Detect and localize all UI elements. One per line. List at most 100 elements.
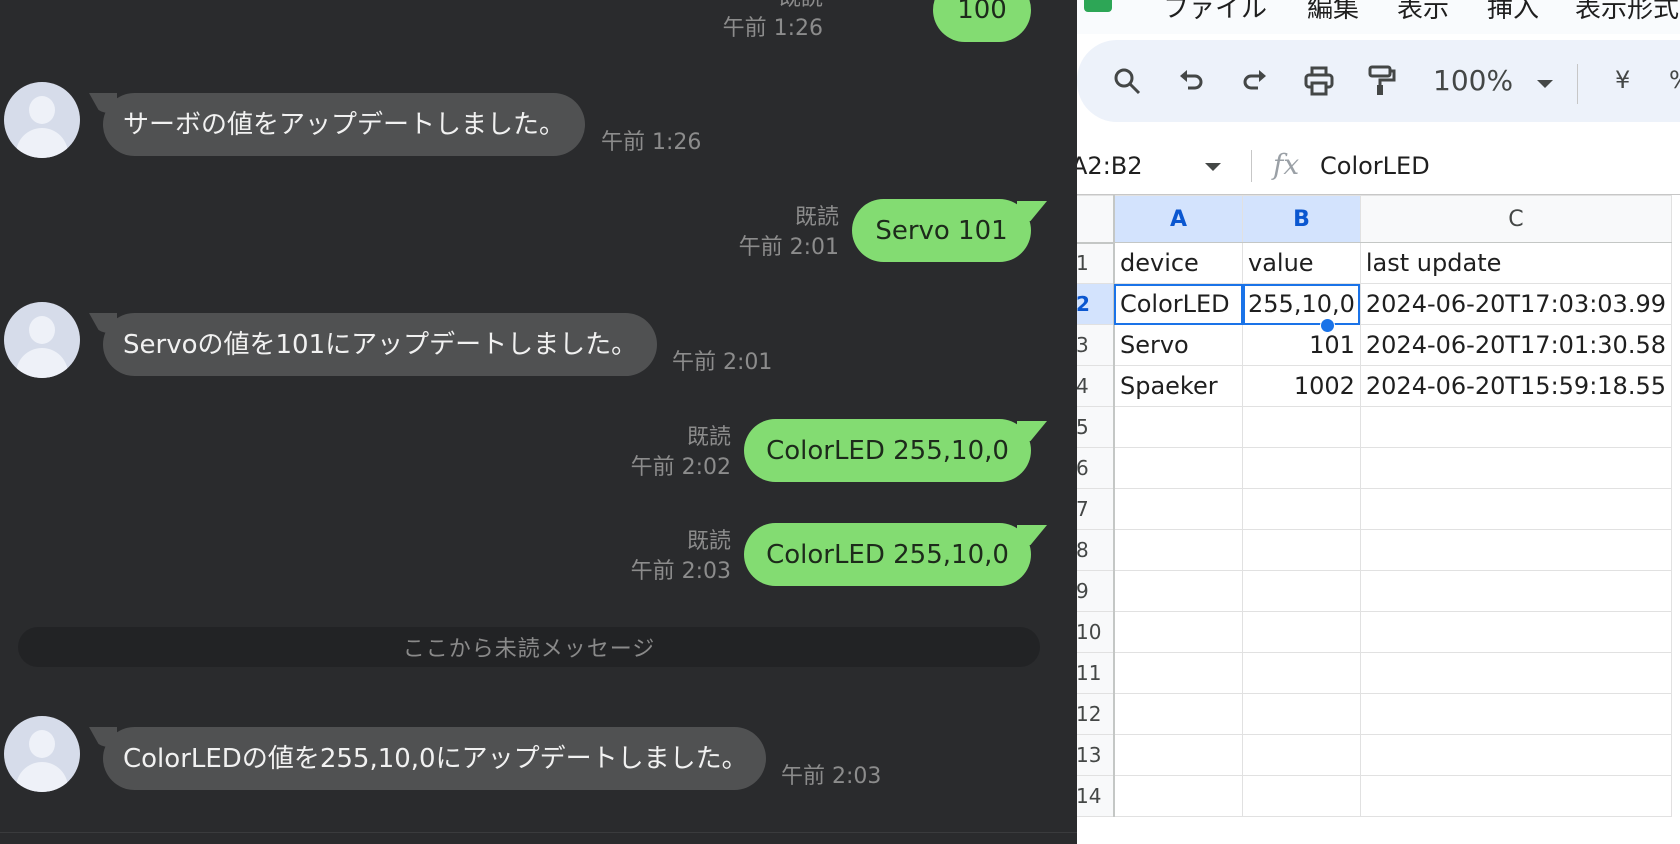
chevron-down-icon[interactable] (1205, 163, 1221, 171)
table-cell[interactable] (1113, 734, 1244, 776)
table-cell[interactable] (1359, 529, 1673, 571)
formula-input[interactable]: ColorLED (1320, 152, 1430, 180)
table-row: 11 (1077, 652, 1673, 694)
table-cell[interactable] (1113, 693, 1244, 735)
table-row: 4 Spaeker 1002 2024-06-20T15:59:18.55 (1077, 365, 1673, 407)
column-header-a[interactable]: A (1113, 195, 1244, 243)
table-cell[interactable] (1359, 447, 1673, 489)
menu-format[interactable]: 表示形式 (1575, 0, 1679, 25)
avatar[interactable] (4, 716, 80, 792)
table-cell[interactable] (1242, 447, 1361, 489)
row-header[interactable]: 7 (1077, 488, 1115, 530)
table-cell[interactable] (1242, 570, 1361, 612)
table-cell[interactable] (1359, 652, 1673, 694)
table-cell[interactable]: ColorLED (1113, 283, 1244, 325)
avatar[interactable] (4, 82, 80, 158)
sheets-logo-icon[interactable] (1084, 0, 1112, 12)
message-meta: 既読 午前 2:03 (631, 527, 731, 587)
row-header[interactable]: 14 (1077, 775, 1115, 817)
table-row: 9 (1077, 570, 1673, 612)
table-cell[interactable] (1113, 652, 1244, 694)
message-meta: 既読 午前 2:02 (631, 423, 731, 483)
table-cell[interactable]: 101 (1242, 324, 1361, 366)
outgoing-message-bubble[interactable]: 100 (933, 0, 1031, 42)
table-row: 14 (1077, 775, 1673, 817)
currency-format-button[interactable]: ¥ (1615, 66, 1630, 94)
table-cell[interactable] (1242, 529, 1361, 571)
row-header[interactable]: 4 (1077, 365, 1115, 407)
row-header[interactable]: 3 (1077, 324, 1115, 366)
row-header[interactable]: 9 (1077, 570, 1115, 612)
row-header[interactable]: 13 (1077, 734, 1115, 776)
table-cell[interactable]: device (1113, 242, 1244, 284)
table-row: 1 device value last update (1077, 242, 1673, 284)
menu-edit[interactable]: 編集 (1307, 0, 1359, 25)
table-cell[interactable] (1113, 447, 1244, 489)
chevron-down-icon[interactable] (1537, 80, 1553, 88)
row-header[interactable]: 8 (1077, 529, 1115, 571)
table-cell[interactable] (1242, 693, 1361, 735)
table-cell[interactable] (1359, 488, 1673, 530)
read-receipt: 既読 (794, 205, 839, 230)
incoming-message-bubble[interactable]: サーボの値をアップデートしました。 (103, 93, 585, 156)
table-cell[interactable]: 255,10,0 (1242, 283, 1361, 325)
fx-icon: fx (1273, 148, 1300, 181)
table-cell[interactable]: Spaeker (1113, 365, 1244, 407)
row-header[interactable]: 10 (1077, 611, 1115, 653)
row-header[interactable]: 1 (1077, 242, 1115, 284)
print-icon[interactable] (1299, 62, 1339, 100)
incoming-message-bubble[interactable]: Servoの値を101にアップデートしました。 (103, 313, 657, 376)
zoom-select[interactable]: 100% (1433, 64, 1513, 97)
table-cell[interactable] (1359, 406, 1673, 448)
row-header[interactable]: 5 (1077, 406, 1115, 448)
table-cell[interactable]: 2024-06-20T17:03:03.99 (1359, 283, 1673, 325)
table-cell[interactable] (1359, 775, 1673, 817)
column-header-c[interactable]: C (1359, 195, 1673, 243)
redo-icon[interactable] (1235, 62, 1275, 100)
menu-view[interactable]: 表示 (1397, 0, 1449, 25)
incoming-message-bubble[interactable]: ColorLEDの値を255,10,0にアップデートしました。 (103, 727, 766, 790)
outgoing-message-bubble[interactable]: Servo 101 (852, 199, 1031, 262)
outgoing-message-bubble[interactable]: ColorLED 255,10,0 (744, 419, 1031, 482)
row-header[interactable]: 2 (1077, 283, 1115, 325)
row-header[interactable]: 11 (1077, 652, 1115, 694)
menu-file[interactable]: ファイル (1163, 0, 1267, 25)
fill-handle[interactable] (1320, 318, 1335, 333)
table-cell[interactable] (1113, 529, 1244, 571)
menu-insert[interactable]: 挿入 (1487, 0, 1539, 25)
table-cell[interactable]: last update (1359, 242, 1673, 284)
avatar[interactable] (4, 302, 80, 378)
table-cell[interactable] (1242, 775, 1361, 817)
name-box[interactable]: A2:B2 (1077, 152, 1143, 180)
table-cell[interactable] (1359, 734, 1673, 776)
table-cell[interactable] (1113, 570, 1244, 612)
table-cell[interactable] (1242, 611, 1361, 653)
table-cell[interactable]: Servo (1113, 324, 1244, 366)
percent-format-button[interactable]: % (1669, 66, 1680, 94)
table-cell[interactable]: 2024-06-20T15:59:18.55 (1359, 365, 1673, 407)
table-cell[interactable]: value (1242, 242, 1361, 284)
table-cell[interactable] (1242, 734, 1361, 776)
outgoing-message-bubble[interactable]: ColorLED 255,10,0 (744, 523, 1031, 586)
table-cell[interactable] (1359, 611, 1673, 653)
select-all-corner[interactable] (1077, 195, 1115, 244)
table-cell[interactable] (1113, 406, 1244, 448)
row-header[interactable]: 6 (1077, 447, 1115, 489)
undo-icon[interactable] (1171, 62, 1211, 100)
search-icon[interactable] (1107, 62, 1147, 100)
table-cell[interactable] (1242, 488, 1361, 530)
table-cell[interactable] (1242, 652, 1361, 694)
table-cell[interactable]: 2024-06-20T17:01:30.58 (1359, 324, 1673, 366)
paint-format-icon[interactable] (1361, 62, 1401, 100)
table-cell[interactable] (1359, 693, 1673, 735)
table-cell[interactable] (1242, 406, 1361, 448)
table-cell[interactable] (1113, 775, 1244, 817)
chat-pane: 既読 午前 1:26 100 サーボの値をアップデートしました。 午前 1:26… (0, 0, 1077, 844)
table-cell[interactable] (1113, 611, 1244, 653)
column-header-b[interactable]: B (1242, 195, 1361, 243)
table-cell[interactable]: 1002 (1242, 365, 1361, 407)
message-time: 午前 2:01 (738, 235, 839, 260)
table-cell[interactable] (1359, 570, 1673, 612)
row-header[interactable]: 12 (1077, 693, 1115, 735)
table-cell[interactable] (1113, 488, 1244, 530)
